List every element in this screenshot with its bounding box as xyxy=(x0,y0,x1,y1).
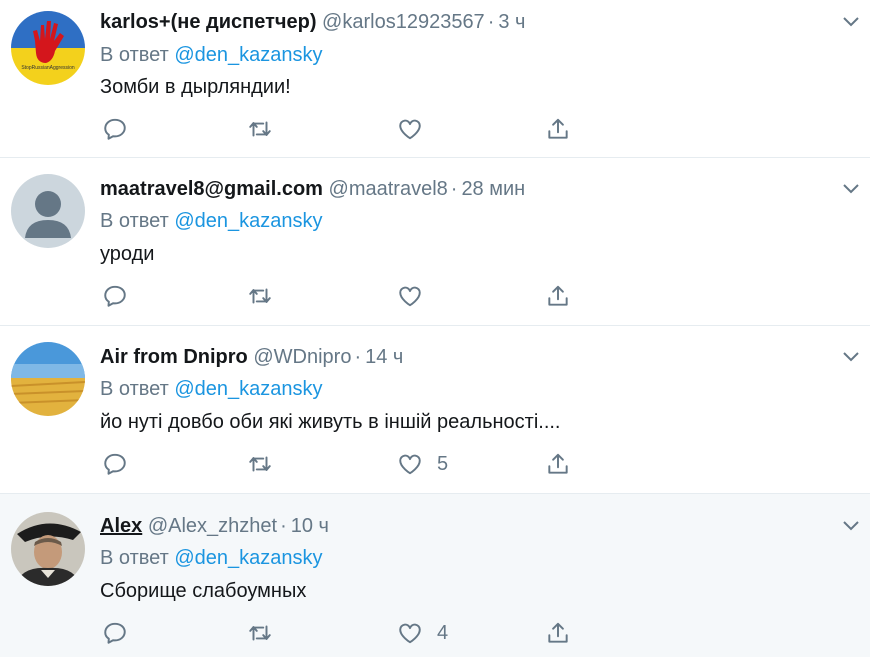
timestamp[interactable]: 14 ч xyxy=(365,346,403,368)
reply-context: В ответ @den_kazansky xyxy=(100,208,323,234)
tweet-text: уроди xyxy=(100,243,155,265)
separator: · xyxy=(450,178,458,200)
retweet-button[interactable] xyxy=(247,115,273,143)
tweet-text: Зомби в дырляндии! xyxy=(100,76,291,98)
chevron-down-icon[interactable] xyxy=(841,518,861,534)
avatar[interactable] xyxy=(11,174,85,248)
default-profile-icon xyxy=(11,174,85,248)
tweet-actions: 4 xyxy=(100,619,580,647)
tweet-header: Air from Dnipro @WDnipro · 14 ч xyxy=(100,344,403,370)
reply-prefix: В ответ xyxy=(100,378,169,400)
timestamp[interactable]: 28 мин xyxy=(461,178,525,200)
reply-button[interactable] xyxy=(102,282,128,310)
chevron-down-icon[interactable] xyxy=(841,349,861,365)
tweet[interactable]: Air from Dnipro @WDnipro · 14 ч В ответ @d… xyxy=(0,326,870,494)
mention-link[interactable]: @den_kazansky xyxy=(174,210,322,232)
like-button[interactable]: 4 xyxy=(397,619,448,647)
share-button[interactable] xyxy=(545,115,571,143)
reply-context: В ответ @den_kazansky xyxy=(100,545,323,571)
display-name[interactable]: Air from Dnipro xyxy=(100,346,248,368)
reply-icon xyxy=(104,453,126,475)
avatar[interactable]: StopRussianAggression xyxy=(11,11,85,85)
tweet-actions: 5 xyxy=(100,450,580,478)
timestamp[interactable]: 10 ч xyxy=(291,515,329,537)
retweet-icon xyxy=(249,121,271,137)
retweet-button[interactable] xyxy=(247,619,273,647)
share-button[interactable] xyxy=(545,619,571,647)
mention-link[interactable]: @den_kazansky xyxy=(174,378,322,400)
reply-prefix: В ответ xyxy=(100,547,169,569)
heart-icon xyxy=(399,286,421,307)
reply-icon xyxy=(104,118,126,140)
retweet-button[interactable] xyxy=(247,282,273,310)
reply-prefix: В ответ xyxy=(100,210,169,232)
reply-button[interactable] xyxy=(102,450,128,478)
mention-link[interactable]: @den_kazansky xyxy=(174,547,322,569)
tweet[interactable]: StopRussianAggression karlos+(не диспетч… xyxy=(0,0,870,158)
chevron-down-icon[interactable] xyxy=(841,14,861,30)
tweet-text: Сборище слабоумных xyxy=(100,580,307,602)
tweet-actions xyxy=(100,282,580,310)
like-button[interactable] xyxy=(397,282,437,310)
retweet-icon xyxy=(249,288,271,304)
username[interactable]: @WDnipro xyxy=(253,346,351,368)
tweet-header: Alex @Alex_zhzhet · 10 ч xyxy=(100,513,329,539)
reply-button[interactable] xyxy=(102,115,128,143)
heart-icon xyxy=(399,623,421,644)
tweet-text: йо нуті довбо оби які живуть в іншій реа… xyxy=(100,411,561,433)
display-name[interactable]: karlos+(не диспетчер) xyxy=(100,11,316,33)
retweet-button[interactable] xyxy=(247,450,273,478)
share-icon xyxy=(548,285,568,306)
ukraine-flag-hand-avatar-icon: StopRussianAggression xyxy=(11,11,85,85)
like-count: 4 xyxy=(437,621,449,644)
retweet-icon xyxy=(249,625,271,641)
tweet-header: karlos+(не диспетчер) @karlos12923567 · 3 … xyxy=(100,9,525,35)
separator: · xyxy=(487,11,495,33)
reply-context: В ответ @den_kazansky xyxy=(100,376,323,402)
username[interactable]: @maatravel8 xyxy=(329,178,448,200)
separator: · xyxy=(354,346,362,368)
username[interactable]: @Alex_zhzhet xyxy=(148,515,277,537)
avatar[interactable] xyxy=(11,342,85,416)
tweet-actions xyxy=(100,115,580,143)
tweet[interactable]: maatravel8@gmail.com @maatravel8 · 28 мин … xyxy=(0,158,870,326)
separator: · xyxy=(280,515,287,537)
share-icon xyxy=(548,118,568,139)
portrait-avatar-icon xyxy=(11,512,85,586)
wheat-field-avatar-icon xyxy=(11,342,85,416)
avatar[interactable] xyxy=(11,512,85,586)
share-icon xyxy=(548,453,568,474)
mention-link[interactable]: @den_kazansky xyxy=(174,44,322,66)
like-count: 5 xyxy=(437,452,449,475)
retweet-icon xyxy=(249,456,271,472)
heart-icon xyxy=(399,454,421,475)
reply-button[interactable] xyxy=(102,619,128,647)
tweet[interactable]: Alex @Alex_zhzhet · 10 ч В ответ @den_kaza… xyxy=(0,494,870,657)
chevron-down-icon[interactable] xyxy=(841,181,861,197)
like-button[interactable]: 5 xyxy=(397,450,448,478)
like-button[interactable] xyxy=(397,115,437,143)
share-button[interactable] xyxy=(545,450,571,478)
reply-prefix: В ответ xyxy=(100,44,169,66)
tweet-header: maatravel8@gmail.com @maatravel8 · 28 мин xyxy=(100,176,525,202)
share-icon xyxy=(548,622,568,643)
svg-text:StopRussianAggression: StopRussianAggression xyxy=(21,65,75,71)
timestamp[interactable]: 3 ч xyxy=(498,11,525,33)
reply-context: В ответ @den_kazansky xyxy=(100,42,323,68)
username[interactable]: @karlos12923567 xyxy=(322,11,485,33)
heart-icon xyxy=(399,119,421,140)
display-name[interactable]: maatravel8@gmail.com xyxy=(100,178,323,200)
display-name[interactable]: Alex xyxy=(100,515,142,537)
reply-icon xyxy=(104,285,126,307)
share-button[interactable] xyxy=(545,282,571,310)
reply-icon xyxy=(104,622,126,644)
